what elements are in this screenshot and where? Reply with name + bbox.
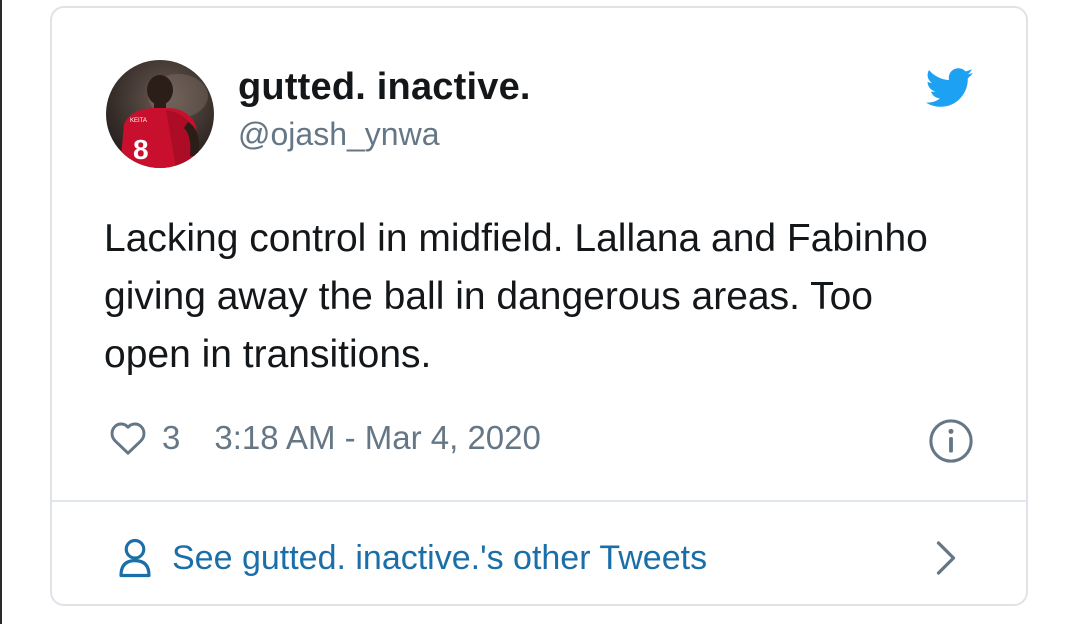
avatar-image: KEITA 8 — [106, 60, 214, 168]
jersey-name: KEITA — [130, 118, 147, 124]
like-count[interactable]: 3 — [162, 419, 180, 457]
info-icon[interactable] — [928, 418, 974, 464]
heart-icon[interactable] — [108, 420, 148, 456]
chevron-right-icon[interactable] — [932, 540, 960, 576]
see-other-tweets-label: See gutted. inactive.'s other Tweets — [172, 538, 708, 577]
twitter-bird-icon[interactable] — [926, 68, 974, 108]
embedded-tweet-card: KEITA 8 gutted. inactive. @ojash_ynwa La… — [50, 6, 1028, 606]
jersey-number: 8 — [133, 134, 149, 165]
tweet-text: Lacking control in midfield. Lallana and… — [104, 217, 928, 376]
display-name[interactable]: gutted. inactive. — [238, 66, 531, 109]
page-edge — [0, 0, 2, 624]
person-icon — [119, 538, 151, 578]
see-other-tweets-link[interactable]: See gutted. inactive.'s other Tweets — [116, 532, 707, 584]
divider — [52, 500, 1026, 502]
handle[interactable]: @ojash_ynwa — [238, 116, 439, 153]
timestamp[interactable]: 3:18 AM - Mar 4, 2020 — [214, 419, 541, 457]
tweet-meta: 3 3:18 AM - Mar 4, 2020 — [108, 416, 541, 460]
avatar[interactable]: KEITA 8 — [106, 60, 214, 168]
